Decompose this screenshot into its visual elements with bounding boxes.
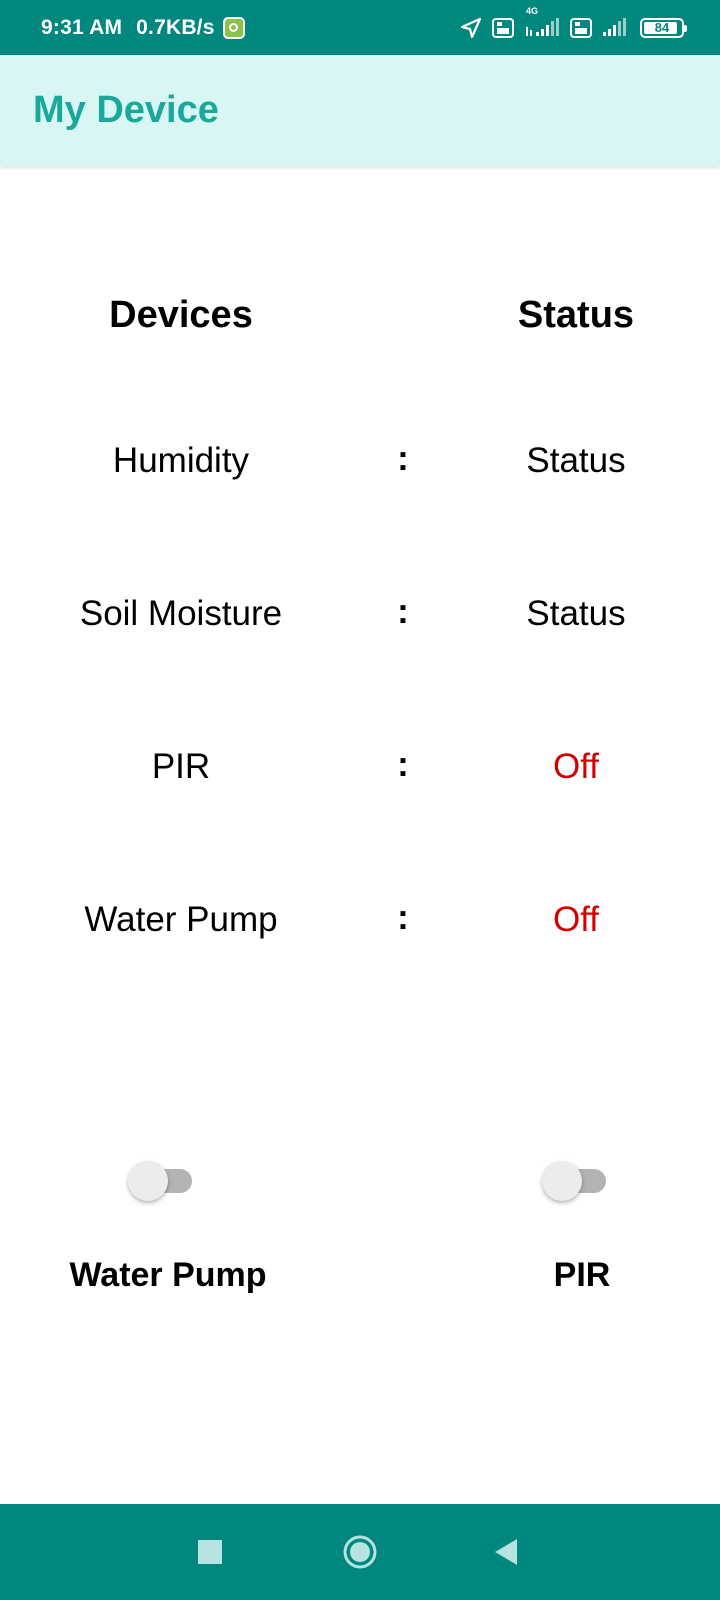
- devices-header: Devices: [109, 294, 253, 336]
- volte-icon: [570, 17, 592, 38]
- device-label-soil-moisture: Soil Moisture: [79, 594, 283, 633]
- pir-switch-label: PIR: [553, 1256, 611, 1294]
- status-header: Status: [517, 294, 635, 336]
- status-value-pir: Off: [552, 747, 600, 786]
- status-value-soil-moisture: Status: [526, 594, 626, 633]
- navigation-bar: [0, 1504, 720, 1600]
- row-separator: :: [397, 745, 409, 784]
- switch-thumb: [128, 1161, 168, 1201]
- network-type-label: 4G: [526, 5, 539, 16]
- status-bar: 9:31 AM 0.7KB/s 4G 84: [0, 0, 720, 55]
- signal-icon: 4G: [524, 6, 560, 38]
- home-circle-icon: [343, 1535, 377, 1569]
- battery-icon: 84: [640, 17, 687, 38]
- status-time: 9:31 AM: [41, 15, 123, 39]
- status-net-speed: 0.7KB/s: [136, 15, 215, 39]
- row-separator: :: [397, 592, 409, 631]
- device-label-water-pump: Water Pump: [84, 900, 278, 939]
- recents-button[interactable]: [170, 1504, 250, 1600]
- row-separator: :: [397, 898, 409, 937]
- status-value-water-pump: Off: [552, 900, 600, 939]
- volte-icon: [492, 17, 514, 38]
- back-triangle-icon: [495, 1539, 517, 1565]
- switch-thumb: [542, 1161, 582, 1201]
- pir-switch[interactable]: [542, 1161, 608, 1201]
- page-title: My Device: [33, 89, 219, 131]
- recents-square-icon: [198, 1540, 222, 1564]
- app-bar: My Device: [0, 55, 720, 166]
- app-notification-icon: [222, 16, 245, 39]
- water-pump-switch-label: Water Pump: [69, 1256, 267, 1294]
- back-button[interactable]: [466, 1504, 546, 1600]
- device-label-humidity: Humidity: [112, 441, 250, 480]
- status-value-humidity: Status: [526, 441, 626, 480]
- row-separator: :: [397, 439, 409, 478]
- device-label-pir: PIR: [151, 747, 211, 786]
- battery-level: 84: [654, 20, 670, 35]
- water-pump-switch[interactable]: [128, 1161, 194, 1201]
- signal-icon: [602, 17, 630, 38]
- home-button[interactable]: [320, 1504, 400, 1600]
- location-icon: [460, 17, 482, 39]
